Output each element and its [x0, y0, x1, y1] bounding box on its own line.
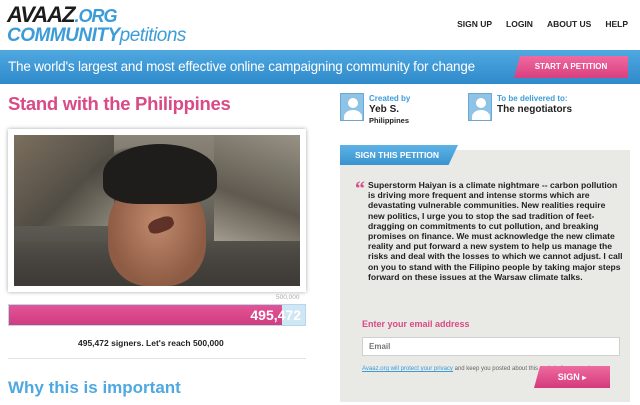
- logo-org: .ORG: [74, 6, 118, 26]
- email-field[interactable]: [362, 337, 620, 356]
- signature-progress-bar: 495,472: [8, 304, 306, 326]
- top-nav: SIGN UP LOGIN ABOUT US HELP: [457, 19, 628, 29]
- nav-login-link[interactable]: LOGIN: [506, 19, 533, 29]
- start-petition-button[interactable]: START A PETITION: [514, 56, 628, 78]
- created-by-label: Created by: [369, 94, 411, 103]
- signers-text: 495,472 signers. Let's reach 500,000: [78, 338, 224, 348]
- section-divider: [8, 358, 306, 359]
- goal-label: 500,000: [276, 294, 300, 301]
- site-header: AVAAZ.ORG COMMUNITYpetitions SIGN UP LOG…: [0, 0, 640, 50]
- arrow-right-icon: ▸: [582, 373, 587, 382]
- banner-tagline: The world's largest and most effective o…: [8, 59, 475, 74]
- nav-signup-link[interactable]: SIGN UP: [457, 19, 492, 29]
- sign-button[interactable]: SIGN ▸: [534, 366, 610, 388]
- avaaz-logo[interactable]: AVAAZ.ORG COMMUNITYpetitions: [7, 2, 187, 46]
- nav-about-link[interactable]: ABOUT US: [547, 19, 591, 29]
- quote-icon: “: [355, 178, 365, 200]
- petition-title: Stand with the Philippines: [8, 93, 231, 114]
- nav-help-link[interactable]: HELP: [605, 19, 628, 29]
- petition-photo-frame: [8, 129, 306, 292]
- signer-count: 495,472: [250, 307, 301, 323]
- sign-petition-tab: SIGN THIS PETITION: [340, 145, 458, 165]
- delivered-to-label: To be delivered to:: [497, 94, 568, 103]
- photo-child-hair: [102, 144, 218, 205]
- why-important-heading: Why this is important: [8, 378, 181, 397]
- photo-debris-right: [214, 135, 300, 241]
- creator-avatar: [340, 93, 364, 121]
- logo-community: COMMUNITY: [7, 25, 120, 46]
- photo-debris-left: [14, 135, 115, 226]
- progress-fill: [9, 305, 282, 325]
- email-label: Enter your email address: [362, 319, 470, 329]
- logo-brand: AVAAZ: [7, 2, 76, 27]
- creator-location: Philippines: [369, 116, 410, 125]
- privacy-link[interactable]: Avaaz.org will protect your privacy: [362, 366, 453, 372]
- target-avatar: [468, 93, 492, 121]
- petition-text: Superstorm Haiyan is a climate nightmare…: [368, 180, 623, 282]
- creator-name: Yeb S.: [369, 104, 400, 115]
- petition-photo: [14, 135, 300, 286]
- target-name: The negotiators: [497, 104, 573, 115]
- tagline-banner: The world's largest and most effective o…: [0, 50, 640, 84]
- sign-button-label: SIGN: [557, 372, 580, 382]
- logo-petitions: petitions: [119, 25, 187, 46]
